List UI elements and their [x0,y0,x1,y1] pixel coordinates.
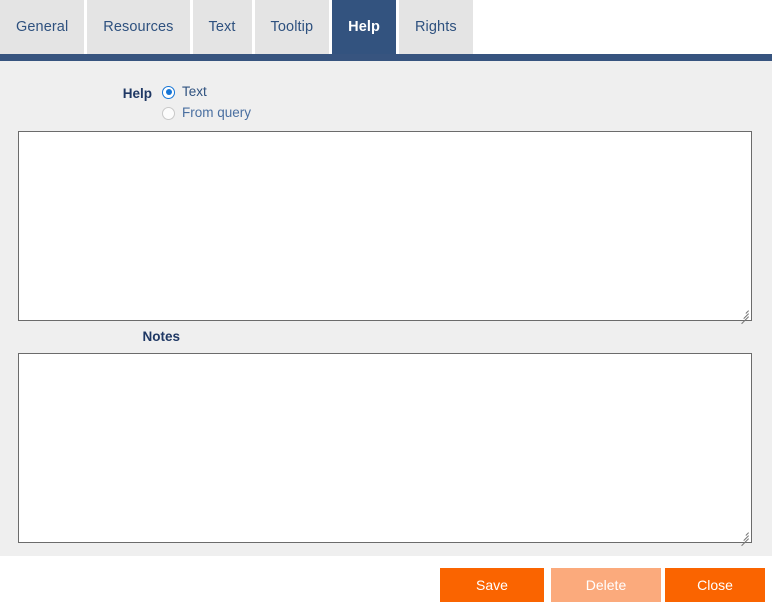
radio-option-text-label: Text [182,84,207,99]
radio-unselected-icon [162,106,175,120]
help-source-field: Help Text From query [0,83,772,122]
tab-text-label: Text [208,19,236,35]
tab-rights-label: Rights [414,19,457,35]
tab-help-label: Help [348,19,380,35]
help-panel: Help Text From query Notes [0,61,772,556]
tab-underline-rule [0,54,772,61]
tab-general-label: General [16,19,69,35]
close-button[interactable]: Close [665,568,765,602]
radio-option-text[interactable]: Text [162,83,251,101]
help-field-label: Help [122,86,152,101]
help-tab-dialog: General Resources Text Tooltip Help Righ… [0,0,772,606]
dialog-footer: Save Delete Close [0,556,772,606]
tab-tooltip-label: Tooltip [270,19,314,35]
save-button[interactable]: Save [440,568,544,602]
tab-tooltip[interactable]: Tooltip [254,0,330,54]
notes-textarea[interactable] [19,354,751,542]
tab-general[interactable]: General [0,0,85,54]
help-textarea[interactable] [19,132,751,320]
tab-bar: General Resources Text Tooltip Help Righ… [0,0,772,54]
tab-text[interactable]: Text [192,0,252,54]
delete-button: Delete [551,568,661,602]
notes-textarea-resize-handle-icon[interactable] [737,528,750,547]
notes-textarea-container [18,353,752,547]
help-textarea-container [18,131,752,325]
notes-label: Notes [142,329,180,344]
radio-option-from-query-label: From query [182,105,252,120]
radio-option-from-query[interactable]: From query [162,104,251,122]
tab-resources-label: Resources [103,19,174,35]
tab-rights[interactable]: Rights [398,0,473,54]
radio-selected-icon [162,85,175,99]
tab-help[interactable]: Help [332,0,396,54]
tab-resources[interactable]: Resources [87,0,190,54]
help-textarea-resize-handle-icon[interactable] [737,306,750,325]
help-source-radio-group: Text From query [162,83,251,122]
